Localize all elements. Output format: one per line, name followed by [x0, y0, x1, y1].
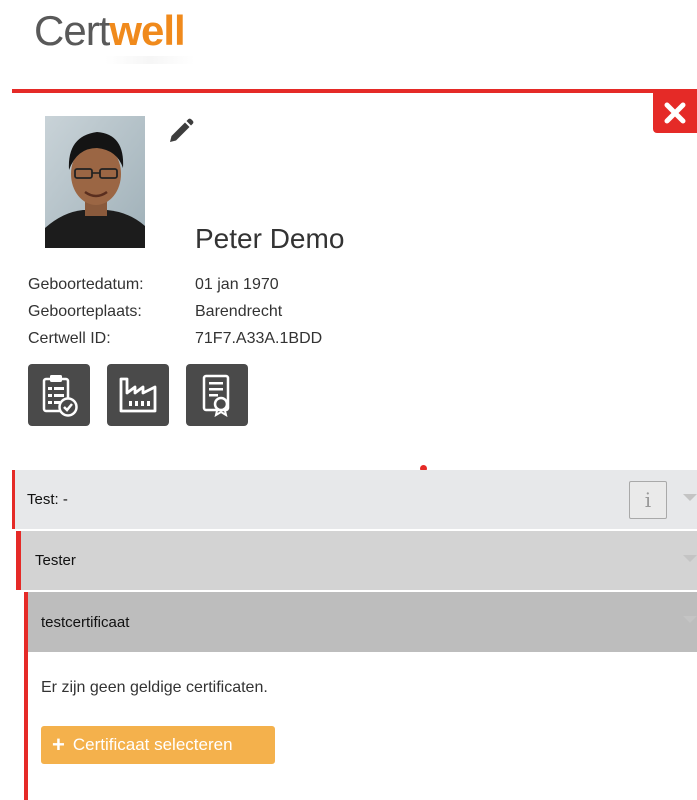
- close-button[interactable]: [653, 93, 697, 133]
- pencil-icon[interactable]: [166, 118, 194, 146]
- certwell-id-value: 71F7.A33A.1BDD: [195, 330, 323, 347]
- chevron-down-icon[interactable]: [683, 555, 697, 562]
- close-icon: [664, 102, 686, 124]
- content-left-border: [24, 652, 28, 800]
- header-divider: [12, 89, 697, 93]
- birthdate-value: 01 jan 1970: [195, 276, 279, 293]
- info-row-birthdate: Geboortedatum: 01 jan 1970: [28, 275, 279, 295]
- accordion-label-testcertificaat: testcertificaat: [41, 613, 130, 631]
- certificate-icon: [202, 374, 230, 417]
- birthplace-value: Barendrecht: [195, 303, 283, 320]
- certwell-logo: Certwell: [34, 6, 186, 56]
- logo-tagline: [105, 56, 195, 64]
- certificates-tile-button[interactable]: [186, 364, 248, 426]
- accordion-header-test[interactable]: Test: -: [12, 470, 697, 529]
- info-button[interactable]: i: [629, 481, 667, 519]
- accordion-header-testcertificaat[interactable]: testcertificaat: [24, 592, 697, 652]
- birthdate-label: Geboortedatum:: [28, 276, 144, 293]
- profile-photo: [45, 116, 145, 248]
- clipboard-check-icon: [42, 375, 78, 417]
- select-certificate-label: Certificaat selecteren: [72, 735, 233, 754]
- empty-certificates-message: Er zijn geen geldige certificaten.: [41, 679, 268, 696]
- logo-text-cert: Cert: [34, 7, 110, 54]
- logo-text-well: well: [109, 7, 185, 54]
- birthplace-label: Geboorteplaats:: [28, 303, 142, 320]
- companies-tile-button[interactable]: [107, 364, 169, 426]
- certwell-id-label: Certwell ID:: [28, 330, 111, 347]
- info-row-birthplace: Geboorteplaats: Barendrecht: [28, 302, 282, 322]
- profile-name: Peter Demo: [195, 223, 345, 254]
- factory-icon: [119, 377, 157, 413]
- accordion-header-tester[interactable]: Tester: [16, 531, 697, 590]
- plus-icon: +: [52, 732, 65, 757]
- chevron-down-icon[interactable]: [683, 494, 697, 501]
- chevron-down-icon[interactable]: [683, 616, 697, 623]
- tests-tile-button[interactable]: [28, 364, 90, 426]
- accordion-label-test: Test: -: [27, 491, 68, 508]
- accordion-label-tester: Tester: [35, 552, 76, 569]
- info-row-certwell-id: Certwell ID: 71F7.A33A.1BDD: [28, 329, 322, 349]
- select-certificate-button[interactable]: + Certificaat selecteren: [41, 726, 275, 764]
